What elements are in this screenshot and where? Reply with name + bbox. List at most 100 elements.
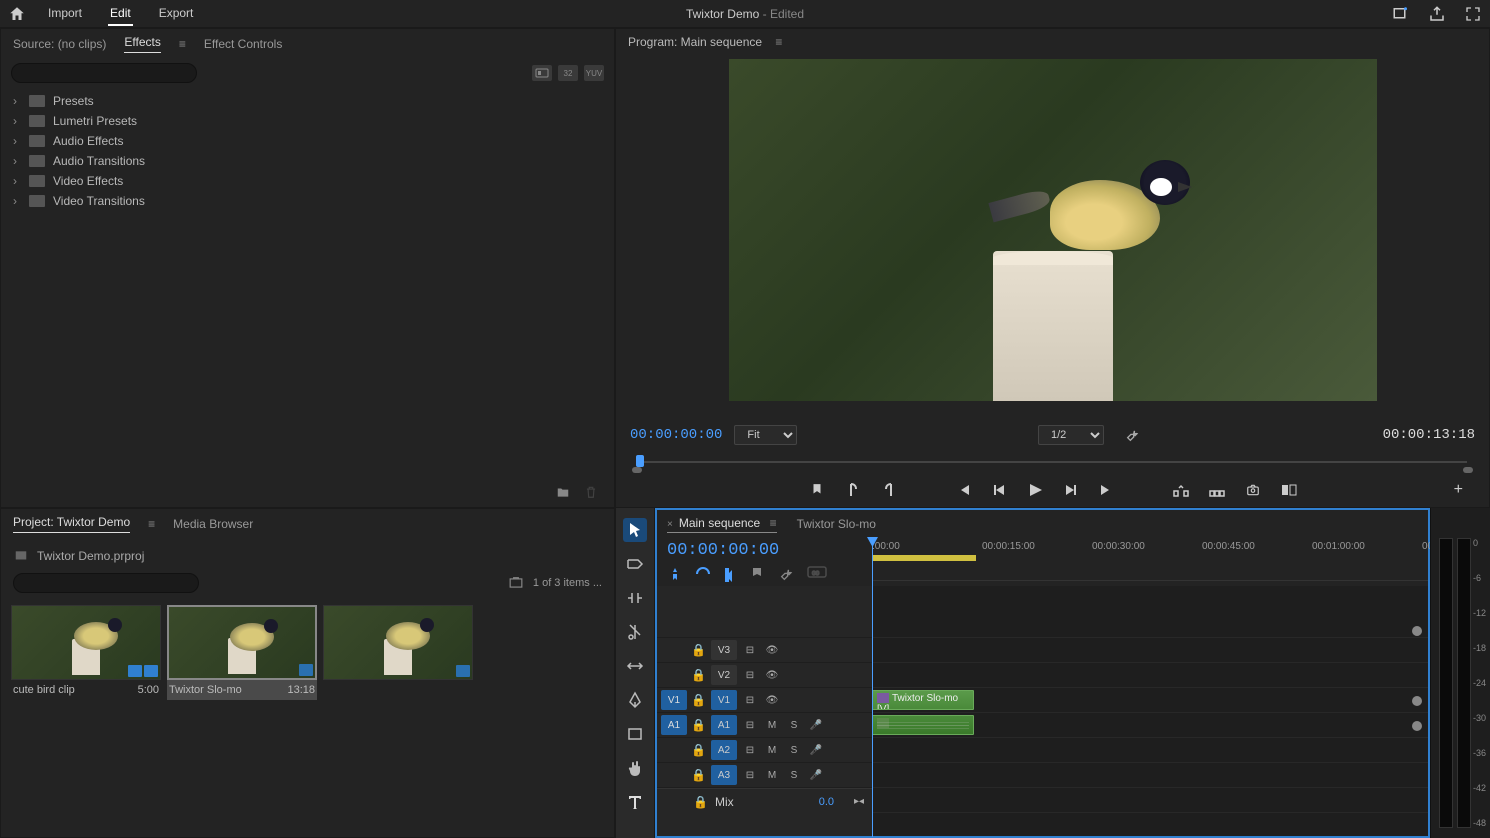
settings-wrench-icon[interactable] xyxy=(1124,426,1142,444)
badge-accelerated-icon[interactable] xyxy=(532,65,552,81)
lift-icon[interactable] xyxy=(1172,481,1190,499)
expand-icon[interactable]: ▸◂ xyxy=(850,794,868,810)
source-patch-v1[interactable]: V1 xyxy=(661,690,687,710)
timeline-settings-icon[interactable] xyxy=(779,566,795,582)
fit-select[interactable]: Fit xyxy=(734,425,797,445)
track-header-v2[interactable]: 🔒 V2 ⊟ 👁 xyxy=(657,663,872,688)
tree-item-audio-effects[interactable]: ›Audio Effects xyxy=(9,131,606,151)
export-frame-icon[interactable] xyxy=(1244,481,1262,499)
program-scrubber[interactable] xyxy=(630,453,1475,471)
track-target-v2[interactable]: V2 xyxy=(711,665,737,685)
lock-icon[interactable]: 🔒 xyxy=(693,795,709,809)
tab-effect-controls[interactable]: Effect Controls xyxy=(204,37,282,51)
source-patch-a1[interactable]: A1 xyxy=(661,715,687,735)
extract-icon[interactable] xyxy=(1208,481,1226,499)
comparison-view-icon[interactable] xyxy=(1280,481,1298,499)
solo-button[interactable]: S xyxy=(785,717,803,733)
mute-button[interactable]: M xyxy=(763,717,781,733)
snap-icon[interactable] xyxy=(667,566,683,582)
quick-export-icon[interactable] xyxy=(1392,5,1410,23)
razor-tool-icon[interactable] xyxy=(623,620,647,644)
lock-icon[interactable]: 🔒 xyxy=(691,768,707,782)
workspace-tab-edit[interactable]: Edit xyxy=(108,2,133,26)
tree-item-lumetri[interactable]: ›Lumetri Presets xyxy=(9,111,606,131)
project-file-row[interactable]: Twixtor Demo.prproj xyxy=(11,545,604,567)
track-header-a3[interactable]: 🔒 A3 ⊟ M S 🎤 xyxy=(657,763,872,788)
go-to-out-icon[interactable] xyxy=(1098,481,1116,499)
track-header-v1[interactable]: V1 🔒 V1 ⊟ 👁 xyxy=(657,688,872,713)
timeline-timecode[interactable]: 00:00:00:00 xyxy=(667,541,862,560)
fullscreen-icon[interactable] xyxy=(1464,5,1482,23)
tab-media-browser[interactable]: Media Browser xyxy=(173,517,253,531)
ripple-edit-tool-icon[interactable] xyxy=(623,586,647,610)
timeline-ruler[interactable]: :00:00 00:00:15:00 00:00:30:00 00:00:45:… xyxy=(872,537,1428,581)
sync-lock-icon[interactable]: ⊟ xyxy=(741,767,759,783)
track-target-a1[interactable]: A1 xyxy=(711,715,737,735)
tab-source[interactable]: Source: (no clips) xyxy=(13,37,106,51)
timeline-content[interactable]: Twixtor Slo-mo [V] xyxy=(872,586,1428,836)
sync-lock-icon[interactable]: ⊟ xyxy=(741,742,759,758)
panel-menu-icon[interactable]: ≡ xyxy=(179,37,186,51)
audio-clip-a1[interactable] xyxy=(872,715,974,735)
rectangle-tool-icon[interactable] xyxy=(623,722,647,746)
solo-button[interactable]: S xyxy=(785,742,803,758)
zoom-handle-right[interactable] xyxy=(1463,467,1473,473)
track-target-v3[interactable]: V3 xyxy=(711,640,737,660)
mark-out-icon[interactable] xyxy=(880,481,898,499)
toggle-output-icon[interactable]: 👁 xyxy=(763,667,781,683)
lock-icon[interactable]: 🔒 xyxy=(691,693,707,707)
effects-search-input[interactable] xyxy=(11,63,197,83)
toggle-output-icon[interactable]: 👁 xyxy=(763,692,781,708)
step-forward-icon[interactable] xyxy=(1062,481,1080,499)
tab-project[interactable]: Project: Twixtor Demo xyxy=(13,515,130,533)
program-menu-icon[interactable]: ≡ xyxy=(775,35,782,49)
timeline-playhead[interactable] xyxy=(872,537,873,837)
track-target-v1[interactable]: V1 xyxy=(711,690,737,710)
track-header-a1[interactable]: A1 🔒 A1 ⊟ M S 🎤 xyxy=(657,713,872,738)
mark-in-icon[interactable] xyxy=(844,481,862,499)
play-icon[interactable] xyxy=(1026,481,1044,499)
timeline-marker-icon[interactable] xyxy=(751,566,767,582)
share-icon[interactable] xyxy=(1428,5,1446,23)
track-target-a3[interactable]: A3 xyxy=(711,765,737,785)
home-icon[interactable] xyxy=(8,5,26,23)
add-marker-icon[interactable] xyxy=(723,566,739,582)
track-select-tool-icon[interactable] xyxy=(623,552,647,576)
range-handle[interactable] xyxy=(1412,721,1422,731)
button-editor-icon[interactable]: + xyxy=(1454,481,1463,499)
pen-tool-icon[interactable] xyxy=(623,688,647,712)
captions-icon[interactable]: cc xyxy=(807,566,823,582)
tree-item-video-effects[interactable]: ›Video Effects xyxy=(9,171,606,191)
bin-item-twixtor[interactable]: Twixtor Slo-mo13:18 xyxy=(167,605,317,700)
toggle-output-icon[interactable]: 👁 xyxy=(763,642,781,658)
bin-item-3[interactable] xyxy=(323,605,473,700)
mute-button[interactable]: M xyxy=(763,742,781,758)
track-header-a2[interactable]: 🔒 A2 ⊟ M S 🎤 xyxy=(657,738,872,763)
mix-value[interactable]: 0.0 xyxy=(819,796,834,808)
mix-track-header[interactable]: 🔒 Mix 0.0 ▸◂ xyxy=(657,788,872,814)
program-video-area[interactable] xyxy=(616,55,1489,419)
project-menu-icon[interactable]: ≡ xyxy=(148,517,155,531)
voice-over-icon[interactable]: 🎤 xyxy=(807,742,825,758)
step-back-icon[interactable] xyxy=(990,481,1008,499)
lock-icon[interactable]: 🔒 xyxy=(691,718,707,732)
track-target-a2[interactable]: A2 xyxy=(711,740,737,760)
track-header-v3[interactable]: 🔒 V3 ⊟ 👁 xyxy=(657,638,872,663)
lock-icon[interactable]: 🔒 xyxy=(691,643,707,657)
voice-over-icon[interactable]: 🎤 xyxy=(807,717,825,733)
workspace-tab-import[interactable]: Import xyxy=(46,2,84,26)
close-tab-icon[interactable]: × xyxy=(667,519,673,530)
range-handle[interactable] xyxy=(1412,696,1422,706)
workspace-tab-export[interactable]: Export xyxy=(157,2,196,26)
badge-32bit-icon[interactable]: 32 xyxy=(558,65,578,81)
mute-button[interactable]: M xyxy=(763,767,781,783)
project-search-input[interactable] xyxy=(13,573,199,593)
selection-tool-icon[interactable] xyxy=(623,518,647,542)
range-handle[interactable] xyxy=(1412,626,1422,636)
badge-yuv-icon[interactable]: YUV xyxy=(584,65,604,81)
slip-tool-icon[interactable] xyxy=(623,654,647,678)
tree-item-audio-transitions[interactable]: ›Audio Transitions xyxy=(9,151,606,171)
linked-selection-icon[interactable] xyxy=(695,566,711,582)
solo-button[interactable]: S xyxy=(785,767,803,783)
delete-icon[interactable] xyxy=(582,483,600,501)
